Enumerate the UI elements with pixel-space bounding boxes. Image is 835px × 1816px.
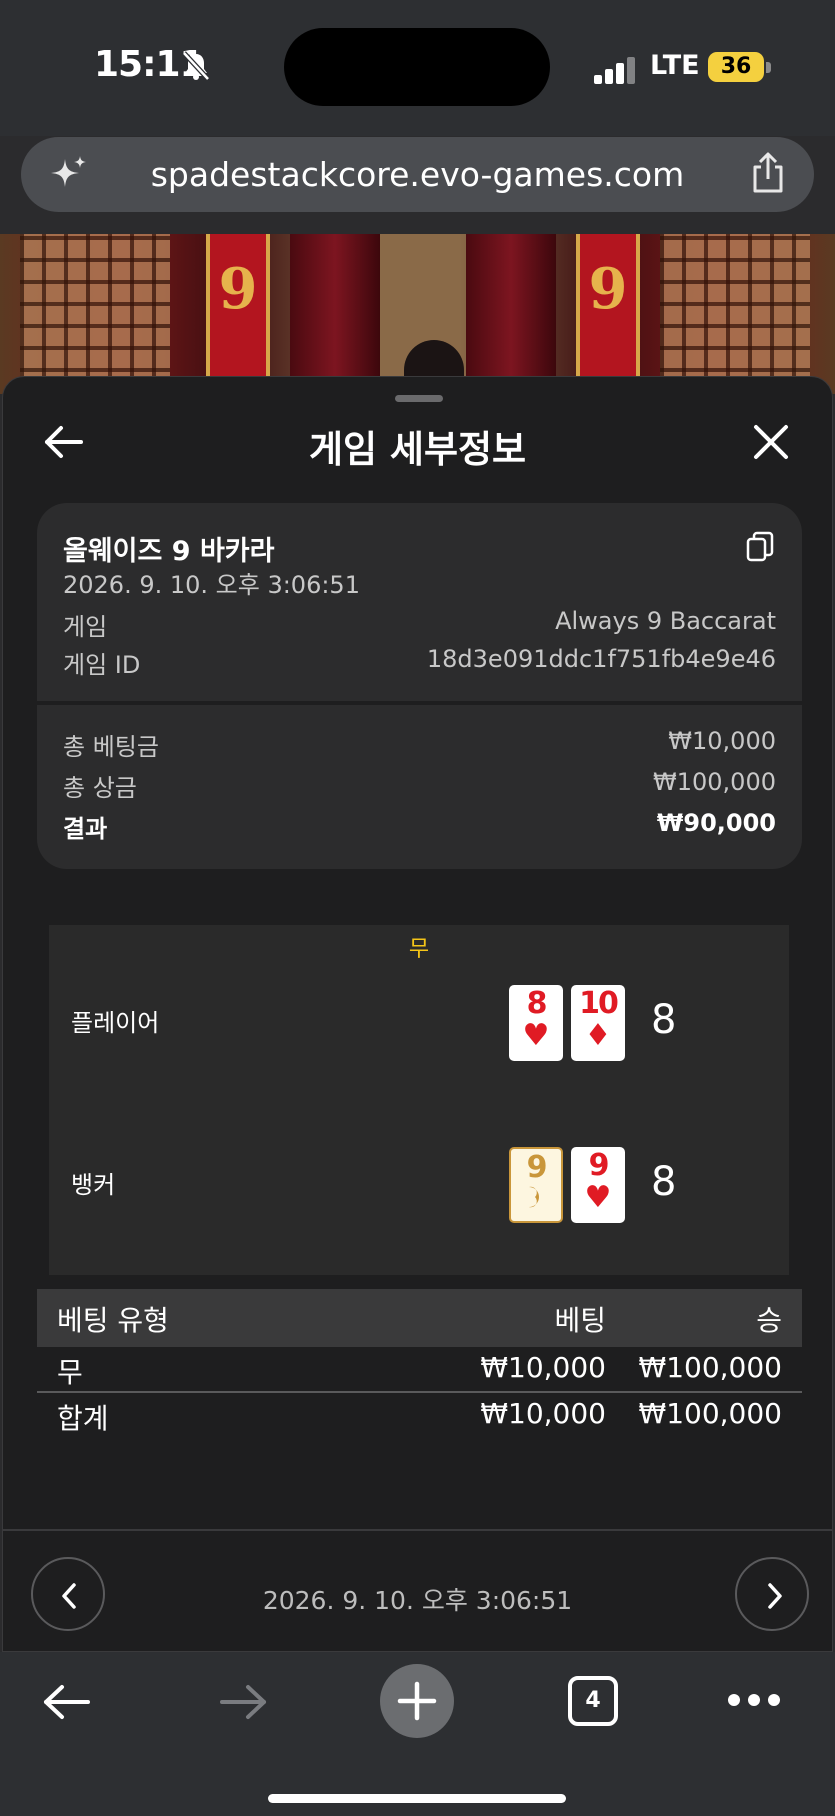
result-value: ₩90,000 (656, 809, 776, 837)
table-total-row: 합계 ₩10,000 ₩100,000 (37, 1393, 802, 1439)
banker-card-1: 9 (509, 1147, 563, 1223)
column-header-bet: 베팅 (554, 1304, 606, 1337)
card-divider (37, 701, 802, 705)
sheet-grabber[interactable] (395, 395, 443, 402)
total-payout-label: 총 상금 (63, 774, 137, 802)
info-value: 18d3e091ddc1f751fb4e9e46 (426, 645, 776, 673)
card-rank: 9 (526, 1150, 548, 1185)
dynamic-island (284, 28, 550, 106)
card-rank: 9 (588, 1148, 610, 1183)
info-label: 게임 ID (63, 651, 141, 679)
game-name: 올웨이즈 9 바카라 (63, 536, 275, 567)
plus-icon (397, 1681, 437, 1721)
round-datetime: 2026. 9. 10. 오후 3:06:51 (262, 1586, 573, 1615)
close-icon[interactable] (752, 423, 790, 461)
bell-muted-icon (182, 51, 210, 81)
info-value: Always 9 Baccarat (555, 607, 776, 635)
win-amount-cell: ₩100,000 (638, 1351, 782, 1384)
footer-divider (3, 1529, 832, 1531)
copy-icon[interactable] (746, 531, 774, 563)
bet-table-header: 베팅 유형 베팅 승 (37, 1289, 802, 1347)
total-bet-cell: ₩10,000 (480, 1397, 606, 1430)
result-label: 결과 (63, 815, 108, 843)
total-payout-value: ₩100,000 (653, 768, 776, 796)
card-suit: ♥ (522, 1018, 550, 1053)
player-label: 플레이어 (71, 1009, 160, 1037)
signal-icon (594, 56, 636, 84)
share-icon[interactable] (748, 151, 788, 195)
total-win-cell: ₩100,000 (638, 1397, 782, 1430)
game-datetime: 2026. 9. 10. 오후 3:06:51 (63, 571, 360, 599)
next-round-button[interactable] (735, 1557, 809, 1631)
browser-toolbar: 4 (0, 1652, 835, 1816)
card-rank: 8 (526, 986, 548, 1021)
player-card-1: 8 ♥ (509, 985, 563, 1061)
battery-level: 36 (708, 52, 764, 82)
new-tab-button[interactable] (380, 1664, 454, 1738)
info-label: 게임 (63, 613, 108, 641)
banker-card-2: 9 ♥ (571, 1147, 625, 1223)
tab-switcher-button[interactable]: 4 (568, 1676, 618, 1726)
live-video-background: 9 9 (0, 234, 835, 394)
total-bet-value: ₩10,000 (668, 727, 776, 755)
player-card-2: 10 ♦ (571, 985, 625, 1061)
column-header-win: 승 (756, 1304, 782, 1337)
card-suit: ♦ (584, 1018, 612, 1053)
table-row: 무 ₩10,000 ₩100,000 (37, 1347, 802, 1393)
address-bar[interactable]: spadestackcore.evo-games.com (21, 137, 814, 212)
bet-amount-cell: ₩10,000 (480, 1351, 606, 1384)
more-dots-icon[interactable] (728, 1694, 780, 1708)
total-bet-label: 총 베팅금 (63, 733, 159, 761)
player-score: 8 (651, 997, 677, 1043)
bet-type-cell: 무 (57, 1356, 83, 1389)
column-header-bet-type: 베팅 유형 (57, 1304, 169, 1337)
status-bar: 15:11 LTE 36 (0, 0, 835, 136)
arrow-right-icon[interactable] (218, 1682, 268, 1722)
card-rank: 10 (579, 986, 619, 1021)
game-details-sheet: 게임 세부정보 올웨이즈 9 바카라 2026. 9. 10. 오후 3:06:… (2, 376, 833, 1652)
total-label-cell: 합계 (57, 1402, 109, 1435)
url-text[interactable]: spadestackcore.evo-games.com (21, 155, 814, 194)
banker-label: 뱅커 (71, 1171, 116, 1199)
golden-nine-logo-icon (529, 1186, 539, 1208)
banker-score: 8 (651, 1159, 677, 1205)
network-type: LTE (650, 50, 700, 81)
sheet-title: 게임 세부정보 (308, 428, 527, 471)
battery-cap (766, 62, 771, 73)
round-outcome: 무 (408, 937, 430, 962)
card-suit: ♥ (584, 1180, 612, 1215)
chevron-right-icon (768, 1583, 782, 1609)
game-summary-card: 올웨이즈 9 바카라 2026. 9. 10. 오후 3:06:51 게임 Al… (37, 503, 802, 869)
arrow-left-icon[interactable] (42, 1682, 92, 1722)
home-indicator[interactable] (268, 1794, 566, 1803)
round-result-panel: 무 플레이어 8 ♥ 10 ♦ 8 뱅커 9 9 ♥ 8 (49, 925, 789, 1275)
